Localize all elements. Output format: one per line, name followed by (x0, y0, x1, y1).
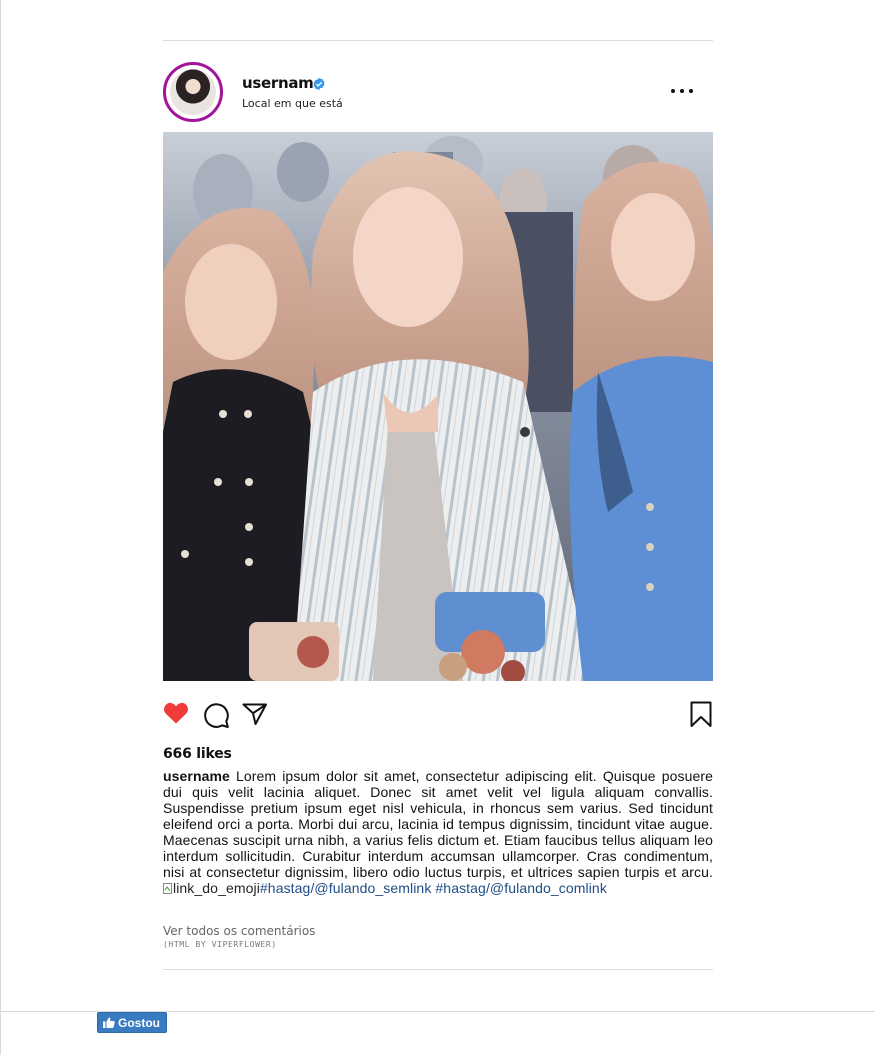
post-actions-bar (163, 681, 713, 749)
instagram-post-card: username Local em que está (163, 40, 713, 749)
verified-badge-icon (313, 77, 325, 91)
heart-icon[interactable] (163, 701, 189, 725)
gostou-like-button[interactable]: Gostou (97, 1012, 167, 1033)
comment-bubble-icon[interactable] (202, 701, 230, 729)
post-caption: username Lorem ipsum dolor sit amet, con… (163, 768, 713, 896)
more-dot (671, 89, 675, 93)
post-bottom-divider (163, 969, 713, 970)
html-credit: (HTML BY VIPERFLOWER) (163, 940, 277, 949)
page-left-border (0, 0, 1, 1055)
caption-username[interactable]: username (163, 768, 230, 784)
gostou-label: Gostou (118, 1015, 160, 1030)
emoji-image-broken: link_do_emoji (163, 880, 260, 896)
caption-text: Lorem ipsum dolor sit amet, consectetur … (163, 768, 713, 880)
avatar (170, 69, 216, 115)
more-dot (680, 89, 684, 93)
more-options-icon[interactable] (671, 81, 693, 101)
bookmark-icon[interactable] (689, 701, 713, 728)
thumbs-up-icon (103, 1017, 115, 1028)
photo-illustration (163, 132, 713, 681)
more-dot (689, 89, 693, 93)
hashtag-link-2[interactable]: #hastag/@fulando_comlink (435, 880, 607, 896)
avatar-story-ring[interactable] (163, 62, 223, 122)
post-photo[interactable] (163, 132, 713, 681)
hashtag-link-1[interactable]: #hastag/@fulando_semlink (260, 880, 432, 896)
emoji-alt-text: link_do_emoji (173, 880, 260, 896)
view-all-comments-link[interactable]: Ver todos os comentários (163, 924, 315, 938)
post-location[interactable]: Local em que está (242, 97, 343, 110)
paper-plane-icon[interactable] (242, 702, 268, 726)
broken-image-icon (163, 883, 172, 894)
likes-count[interactable]: 666 likes (163, 746, 232, 762)
post-header: username Local em que está (163, 41, 713, 132)
